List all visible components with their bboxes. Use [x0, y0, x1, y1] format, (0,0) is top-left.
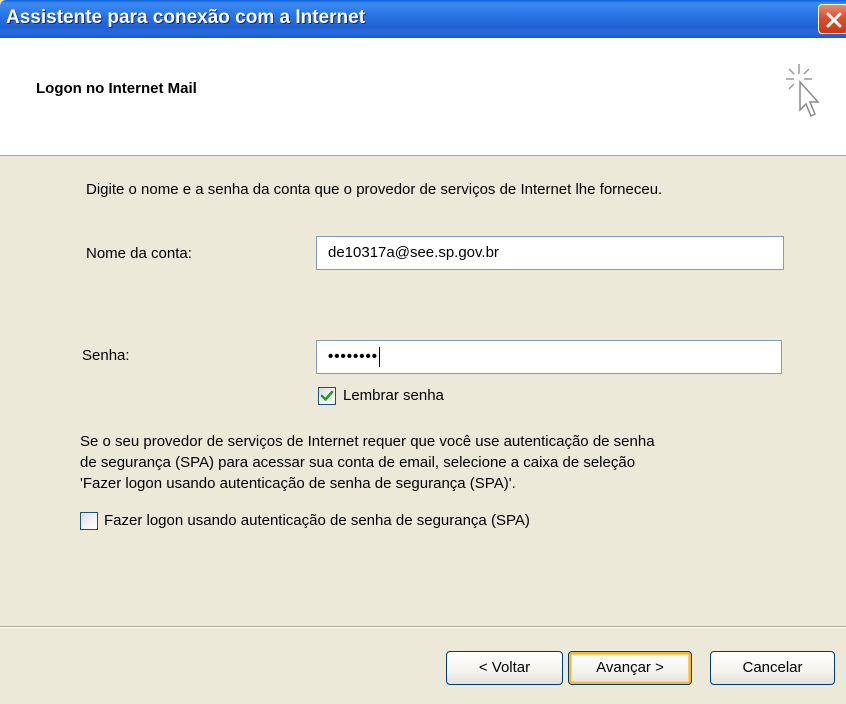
password-input[interactable]: ••••••••: [316, 340, 782, 374]
spa-description-line: 'Fazer logon usando autenticação de senh…: [80, 475, 516, 492]
spa-description: Se o seu provedor de serviços de Interne…: [80, 431, 655, 494]
close-icon: [826, 12, 842, 28]
instruction-text: Digite o nome e a senha da conta que o p…: [86, 181, 663, 198]
remember-password-label[interactable]: Lembrar senha: [343, 387, 444, 404]
checkmark-icon: [320, 390, 334, 401]
title-bar[interactable]: Assistente para conexão com a Internet: [0, 0, 846, 38]
wizard-header: Logon no Internet Mail: [0, 38, 846, 156]
wizard-window: Assistente para conexão com a Internet L…: [0, 0, 846, 704]
password-value: ••••••••: [328, 348, 379, 365]
account-name-input[interactable]: de10317a@see.sp.gov.br: [316, 236, 784, 270]
spa-description-line: Se o seu provedor de serviços de Interne…: [80, 433, 655, 450]
text-cursor: [379, 347, 381, 368]
remember-password-checkbox[interactable]: [318, 387, 336, 405]
close-button[interactable]: [818, 4, 846, 34]
cursor-sparkle-icon: [786, 64, 820, 118]
window-title: Assistente para conexão com a Internet: [6, 7, 366, 28]
spa-description-line: de segurança (SPA) para acessar sua cont…: [80, 454, 636, 471]
page-heading: Logon no Internet Mail: [36, 80, 197, 97]
footer-divider: [0, 626, 846, 628]
password-label: Senha:: [82, 347, 130, 364]
account-name-label: Nome da conta:: [86, 245, 192, 262]
spa-checkbox[interactable]: [80, 512, 98, 530]
spa-checkbox-label[interactable]: Fazer logon usando autenticação de senha…: [104, 512, 530, 529]
cancel-button[interactable]: Cancelar: [710, 651, 835, 685]
next-button[interactable]: Avançar >: [568, 651, 692, 685]
back-button[interactable]: < Voltar: [446, 651, 563, 685]
account-name-value: de10317a@see.sp.gov.br: [328, 244, 499, 261]
